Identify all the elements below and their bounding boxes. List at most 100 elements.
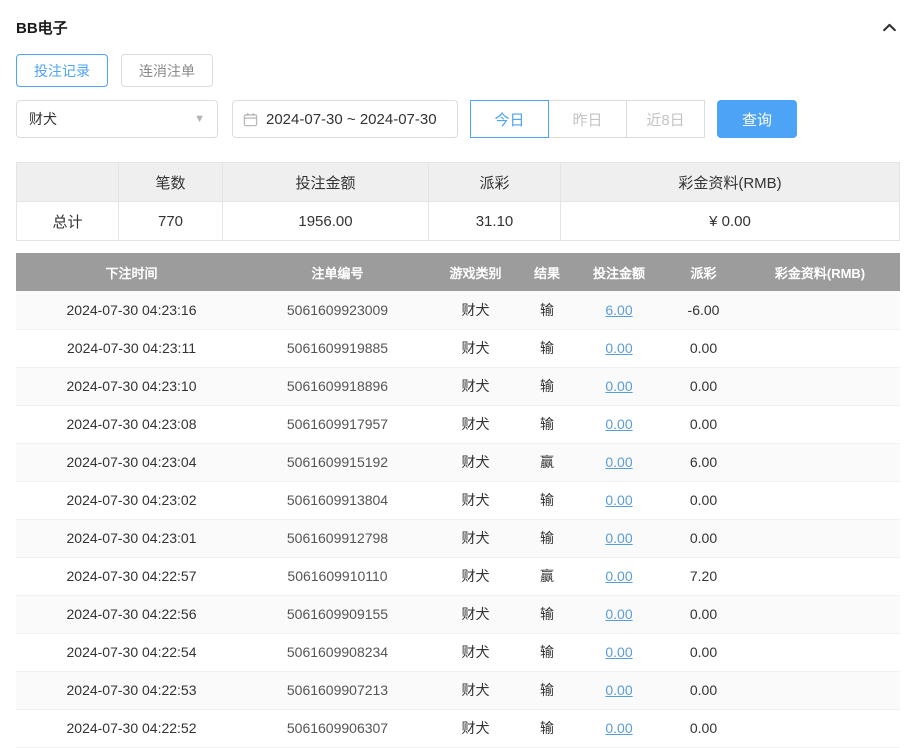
game-select-value: 财犬 bbox=[29, 109, 57, 129]
result-cell: 赢 bbox=[523, 557, 571, 595]
bonus-cell bbox=[740, 367, 900, 405]
order-id-cell: 5061609910110 bbox=[247, 557, 428, 595]
summary-total-bonus: ¥ 0.00 bbox=[561, 202, 900, 241]
order-id-cell: 5061609919885 bbox=[247, 329, 428, 367]
game-type-cell: 财犬 bbox=[428, 519, 523, 557]
page-title: BB电子 bbox=[16, 17, 68, 38]
game-type-cell: 财犬 bbox=[428, 405, 523, 443]
bet-amount-link[interactable]: 0.00 bbox=[605, 416, 632, 432]
quick-btn-today[interactable]: 今日 bbox=[470, 100, 549, 138]
bet-amount-link[interactable]: 6.00 bbox=[605, 302, 632, 318]
calendar-icon bbox=[243, 112, 258, 127]
bet-time-cell: 2024-07-30 04:23:11 bbox=[16, 329, 247, 367]
bonus-cell bbox=[740, 291, 900, 329]
bet-amount-link[interactable]: 0.00 bbox=[605, 682, 632, 698]
result-cell: 输 bbox=[523, 329, 571, 367]
header-bet-time: 下注时间 bbox=[16, 253, 247, 291]
header-game-type: 游戏类别 bbox=[428, 253, 523, 291]
search-button[interactable]: 查询 bbox=[717, 100, 797, 138]
game-select[interactable]: 财犬 ▼ bbox=[16, 100, 218, 138]
result-cell: 输 bbox=[523, 633, 571, 671]
bet-time-cell: 2024-07-30 04:22:56 bbox=[16, 595, 247, 633]
bet-amount-cell: 0.00 bbox=[571, 443, 667, 481]
payout-cell: 0.00 bbox=[667, 367, 740, 405]
panel-header: BB电子 bbox=[16, 10, 900, 44]
game-type-cell: 财犬 bbox=[428, 329, 523, 367]
result-cell: 输 bbox=[523, 595, 571, 633]
bet-amount-link[interactable]: 0.00 bbox=[605, 720, 632, 736]
bet-amount-cell: 6.00 bbox=[571, 291, 667, 329]
summary-header-payout: 派彩 bbox=[429, 163, 561, 202]
bonus-cell bbox=[740, 633, 900, 671]
bet-amount-link[interactable]: 0.00 bbox=[605, 378, 632, 394]
summary-total-count: 770 bbox=[119, 202, 223, 241]
bet-amount-link[interactable]: 0.00 bbox=[605, 492, 632, 508]
bet-time-cell: 2024-07-30 04:23:16 bbox=[16, 291, 247, 329]
summary-header-bet-amount: 投注金额 bbox=[223, 163, 429, 202]
bet-table-body: 2024-07-30 04:23:165061609923009财犬输6.00-… bbox=[16, 291, 900, 747]
bet-amount-link[interactable]: 0.00 bbox=[605, 530, 632, 546]
summary-total-row: 总计 770 1956.00 31.10 ¥ 0.00 bbox=[17, 202, 900, 241]
bonus-cell bbox=[740, 595, 900, 633]
bonus-cell bbox=[740, 557, 900, 595]
bonus-cell bbox=[740, 405, 900, 443]
summary-total-bet-amount: 1956.00 bbox=[223, 202, 429, 241]
summary-header-bonus: 彩金资料(RMB) bbox=[561, 163, 900, 202]
bet-amount-link[interactable]: 0.00 bbox=[605, 606, 632, 622]
header-result: 结果 bbox=[523, 253, 571, 291]
order-id-cell: 5061609918896 bbox=[247, 367, 428, 405]
bonus-cell bbox=[740, 443, 900, 481]
summary-total-payout: 31.10 bbox=[429, 202, 561, 241]
game-type-cell: 财犬 bbox=[428, 671, 523, 709]
table-row: 2024-07-30 04:23:105061609918896财犬输0.000… bbox=[16, 367, 900, 405]
bet-amount-cell: 0.00 bbox=[571, 709, 667, 747]
bet-records-table: 下注时间 注单编号 游戏类别 结果 投注金额 派彩 彩金资料(RMB) 2024… bbox=[16, 253, 900, 748]
bet-time-cell: 2024-07-30 04:22:53 bbox=[16, 671, 247, 709]
bet-time-cell: 2024-07-30 04:22:57 bbox=[16, 557, 247, 595]
date-range-value: 2024-07-30 ~ 2024-07-30 bbox=[266, 111, 437, 128]
header-bonus: 彩金资料(RMB) bbox=[740, 253, 900, 291]
header-payout: 派彩 bbox=[667, 253, 740, 291]
table-row: 2024-07-30 04:23:115061609919885财犬输 0.00 0… bbox=[16, 329, 900, 367]
summary-header-row: 笔数 投注金额 派彩 彩金资料(RMB) bbox=[17, 163, 900, 202]
bet-time-cell: 2024-07-30 04:23:10 bbox=[16, 367, 247, 405]
payout-cell: 0.00 bbox=[667, 519, 740, 557]
bet-table-header-row: 下注时间 注单编号 游戏类别 结果 投注金额 派彩 彩金资料(RMB) bbox=[16, 253, 900, 291]
table-row: 2024-07-30 04:22:565061609909155财犬输0.000… bbox=[16, 595, 900, 633]
bet-time-cell: 2024-07-30 04:22:52 bbox=[16, 709, 247, 747]
bet-time-cell: 2024-07-30 04:22:54 bbox=[16, 633, 247, 671]
game-type-cell: 财犬 bbox=[428, 443, 523, 481]
bet-amount-cell: 0.00 bbox=[571, 633, 667, 671]
table-row: 2024-07-30 04:23:015061609912798财犬输0.000… bbox=[16, 519, 900, 557]
bet-amount-link[interactable]: 0.00 bbox=[605, 644, 632, 660]
payout-cell: 7.20 bbox=[667, 557, 740, 595]
tab-bar: 投注记录 连消注单 bbox=[16, 54, 900, 87]
quick-btn-yesterday[interactable]: 昨日 bbox=[548, 100, 627, 138]
order-id-cell: 5061609915192 bbox=[247, 443, 428, 481]
tab-cancelled-orders[interactable]: 连消注单 bbox=[121, 54, 213, 87]
game-type-cell: 财犬 bbox=[428, 291, 523, 329]
order-id-cell: 5061609906307 bbox=[247, 709, 428, 747]
quick-btn-last8days[interactable]: 近8日 bbox=[626, 100, 705, 138]
bonus-cell bbox=[740, 481, 900, 519]
bet-amount-link[interactable]: 0.00 bbox=[605, 340, 632, 356]
bet-time-cell: 2024-07-30 04:23:08 bbox=[16, 405, 247, 443]
tab-bet-records[interactable]: 投注记录 bbox=[16, 54, 108, 87]
filter-bar: 财犬 ▼ 2024-07-30 ~ 2024-07-30 今日 昨日 近8日 查… bbox=[16, 100, 900, 138]
date-range-input[interactable]: 2024-07-30 ~ 2024-07-30 bbox=[232, 100, 458, 138]
bet-amount-cell: 0.00 bbox=[571, 671, 667, 709]
summary-header-blank bbox=[17, 163, 119, 202]
result-cell: 输 bbox=[523, 291, 571, 329]
bet-amount-link[interactable]: 0.00 bbox=[605, 454, 632, 470]
payout-cell: -6.00 bbox=[667, 291, 740, 329]
table-row: 2024-07-30 04:23:165061609923009财犬输6.00-… bbox=[16, 291, 900, 329]
payout-cell: 0.00 bbox=[667, 329, 740, 367]
chevron-up-icon[interactable] bbox=[878, 16, 900, 38]
order-id-cell: 5061609907213 bbox=[247, 671, 428, 709]
payout-cell: 0.00 bbox=[667, 405, 740, 443]
payout-cell: 0.00 bbox=[667, 481, 740, 519]
table-row: 2024-07-30 04:23:085061609917957财犬输0.000… bbox=[16, 405, 900, 443]
table-row: 2024-07-30 04:23:045061609915192财犬赢0.006… bbox=[16, 443, 900, 481]
bet-amount-link[interactable]: 0.00 bbox=[605, 568, 632, 584]
payout-cell: 6.00 bbox=[667, 443, 740, 481]
